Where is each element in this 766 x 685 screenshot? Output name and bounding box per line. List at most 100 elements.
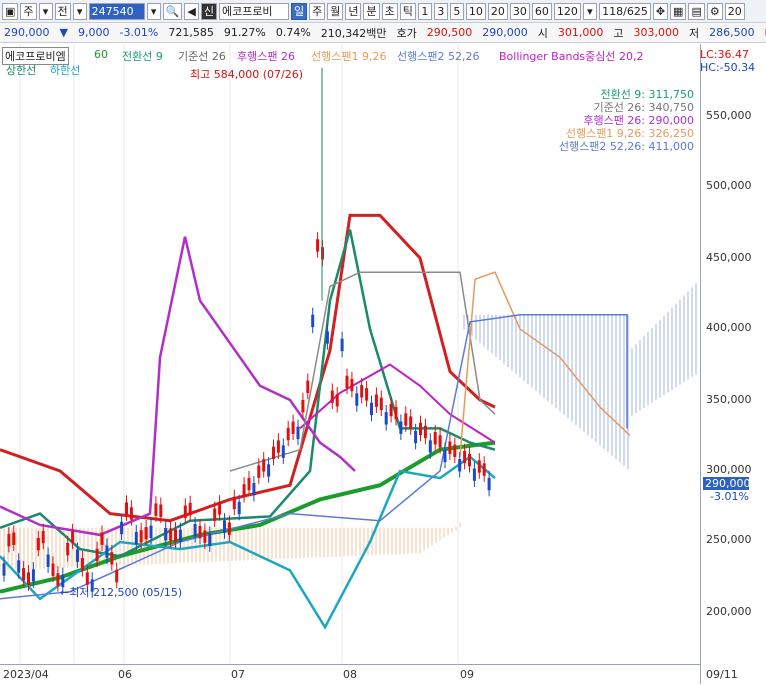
- candle-body: [22, 568, 26, 581]
- mode-select[interactable]: 주: [20, 2, 37, 20]
- y-tick-label: 250,000: [706, 533, 752, 546]
- period-tab-minute[interactable]: 분: [363, 2, 380, 20]
- period-tab-tick[interactable]: 틱: [399, 2, 416, 20]
- candle-body: [208, 533, 212, 546]
- senkou2-value: 선행스팬2 52,26: 411,000: [558, 140, 694, 153]
- candle-body: [301, 399, 305, 413]
- dropdown-icon[interactable]: ▾: [38, 2, 53, 20]
- candle-body: [125, 502, 128, 515]
- candle-body: [85, 572, 89, 585]
- candle-body: [438, 435, 442, 448]
- legend-lower[interactable]: 하한선: [50, 62, 80, 78]
- open: 301,000: [557, 26, 604, 39]
- candle-body: [360, 385, 364, 398]
- candle-body: [213, 508, 217, 521]
- y-axis: [700, 44, 766, 684]
- legend-upper[interactable]: 상한선: [6, 62, 36, 78]
- period-tab-second[interactable]: 초: [381, 2, 398, 20]
- candle-body: [203, 530, 207, 543]
- legend-chikou[interactable]: 후행스팬 26: [237, 48, 295, 64]
- gear-icon[interactable]: ⚙: [706, 2, 723, 20]
- interval-button[interactable]: 10: [465, 2, 486, 20]
- candle-body: [355, 393, 359, 406]
- candle-body: [276, 440, 280, 453]
- candle-body: [218, 502, 222, 515]
- candle-body: [306, 380, 310, 393]
- legend-ma60[interactable]: 60: [94, 48, 108, 61]
- bollinger-upper-line: [299, 363, 496, 444]
- interval-button[interactable]: 20: [487, 2, 508, 20]
- y-tick-label: 350,000: [706, 393, 752, 406]
- interval-button[interactable]: 120: [553, 2, 581, 20]
- chikou-line: [0, 236, 356, 537]
- tool-icon[interactable]: ✥: [652, 2, 669, 20]
- senkou2-line: [0, 314, 628, 600]
- candle-body: [193, 524, 197, 537]
- candle-body: [433, 432, 437, 445]
- candle-body: [257, 465, 261, 478]
- candle-body: [237, 501, 241, 515]
- candle-body: [267, 464, 271, 477]
- window-icon[interactable]: ▣: [2, 2, 19, 20]
- candle-body: [27, 572, 30, 585]
- candle-body: [12, 532, 16, 545]
- y-tick-label: 200,000: [706, 605, 752, 618]
- x-tick-label: 09/11: [706, 668, 738, 681]
- candle-body: [350, 378, 354, 392]
- code-dropdown-icon[interactable]: ▾: [146, 2, 161, 20]
- candle-body: [428, 440, 432, 453]
- kijun-value: 기준선 26: 340,750: [593, 101, 694, 114]
- candle-body: [188, 502, 192, 516]
- candle-body: [316, 239, 320, 252]
- candle-body: [76, 549, 79, 562]
- current-price: 290,000: [4, 26, 50, 39]
- candle-body: [409, 416, 413, 429]
- search-icon[interactable]: 🔍: [162, 2, 183, 20]
- period-tab-month[interactable]: 월: [327, 2, 344, 20]
- candle-body: [120, 521, 124, 535]
- grid-icon[interactable]: ▦: [670, 2, 687, 20]
- candle-body: [345, 375, 349, 389]
- candle-body: [95, 548, 99, 562]
- candle-body: [374, 394, 378, 407]
- candle-body: [389, 403, 393, 417]
- low: 286,500: [709, 26, 755, 39]
- type-select[interactable]: 전: [54, 2, 71, 20]
- interval-button[interactable]: 5: [449, 2, 464, 20]
- interval-button[interactable]: 3: [433, 2, 448, 20]
- legend-senkou2[interactable]: 선행스팬2 52,26: [397, 48, 479, 64]
- candle-body: [149, 525, 153, 538]
- candle-body: [423, 425, 427, 439]
- interval-button[interactable]: 60: [531, 2, 552, 20]
- save-icon[interactable]: ▤: [688, 2, 705, 20]
- dropdown-icon[interactable]: ▾: [72, 2, 87, 20]
- interval-button[interactable]: 30: [509, 2, 530, 20]
- speaker-icon[interactable]: ◀: [184, 2, 199, 20]
- candle-body: [340, 338, 344, 352]
- candle-body: [262, 459, 266, 472]
- candle-body: [414, 430, 418, 444]
- interval-dropdown-icon[interactable]: ▾: [582, 2, 597, 20]
- candle-body: [227, 522, 231, 535]
- candle-body: [487, 477, 491, 491]
- ask: 290,000: [482, 26, 528, 39]
- legend-kijun[interactable]: 기준선 26: [178, 48, 226, 64]
- candle-body: [144, 527, 148, 540]
- period-tab-week[interactable]: 주: [309, 2, 326, 20]
- interval-button[interactable]: 1: [417, 2, 432, 20]
- legend-bollinger[interactable]: Bollinger Bands중심선 20,2: [499, 48, 644, 64]
- period-tab-day[interactable]: 일: [290, 2, 308, 20]
- amount: 210,342백만: [320, 26, 387, 40]
- candle-body: [472, 468, 476, 481]
- count-field[interactable]: 20: [724, 2, 745, 20]
- candle-body: [296, 426, 300, 440]
- period-tab-year[interactable]: 년: [345, 2, 362, 20]
- senkou1-line: [459, 271, 631, 457]
- candle-body: [198, 525, 202, 539]
- legend-senkou1[interactable]: 선행스팬1 9,26: [311, 48, 386, 64]
- new-badge: 신: [200, 2, 217, 20]
- tenkan-value: 전환선 9: 311,750: [600, 88, 694, 101]
- stock-code-input[interactable]: 247540: [88, 2, 145, 20]
- legend-tenkan[interactable]: 전환선 9: [122, 48, 163, 64]
- candle-body: [384, 412, 388, 425]
